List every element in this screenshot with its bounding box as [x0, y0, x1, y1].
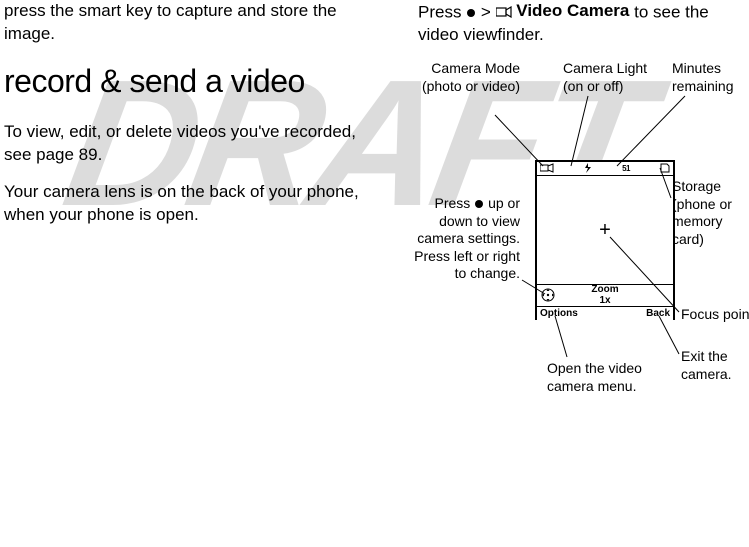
callout-exit: Exit the camera. — [681, 348, 749, 383]
storage-indicator-icon — [660, 163, 670, 175]
paragraph-lens: Your camera lens is on the back of your … — [4, 181, 374, 227]
callout-minutes: Minutes remaining — [672, 60, 749, 95]
callout-camera-light: Camera Light (on or off) — [563, 60, 658, 95]
video-mode-indicator-icon — [540, 163, 554, 175]
callout-open-menu: Open the video camera menu. — [547, 360, 657, 395]
paragraph-view-edit: To view, edit, or delete videos you've r… — [4, 121, 374, 167]
minutes-remaining-value: 51 — [622, 164, 630, 173]
softkey-back: Back — [646, 308, 670, 319]
zoom-value: 1x — [591, 296, 618, 307]
center-key-icon — [467, 9, 475, 17]
flash-indicator-icon — [584, 163, 592, 175]
callout-dpad-hint: Press up or down to view camera settings… — [410, 195, 520, 283]
heading-record-send-video: record & send a video — [4, 60, 374, 103]
nav-key-icon — [475, 200, 483, 208]
focus-crosshair-icon: + — [595, 220, 615, 240]
callout-focus: Focus point — [681, 306, 749, 324]
dpad-icon — [540, 287, 556, 303]
viewfinder-screen: 51 + Zoom 1x Options Back — [535, 160, 675, 320]
video-camera-icon — [496, 6, 512, 18]
callout-camera-mode: Camera Mode (photo or video) — [410, 60, 520, 95]
zoom-label: Zoom — [591, 285, 618, 296]
softkey-options: Options — [540, 308, 578, 319]
paragraph-capture: press the smart key to capture and store… — [4, 0, 374, 46]
paragraph-press-to-view: Press > Video Camera to see the video vi… — [418, 0, 748, 47]
callout-storage: Storage (phone or memory card) — [672, 178, 749, 248]
